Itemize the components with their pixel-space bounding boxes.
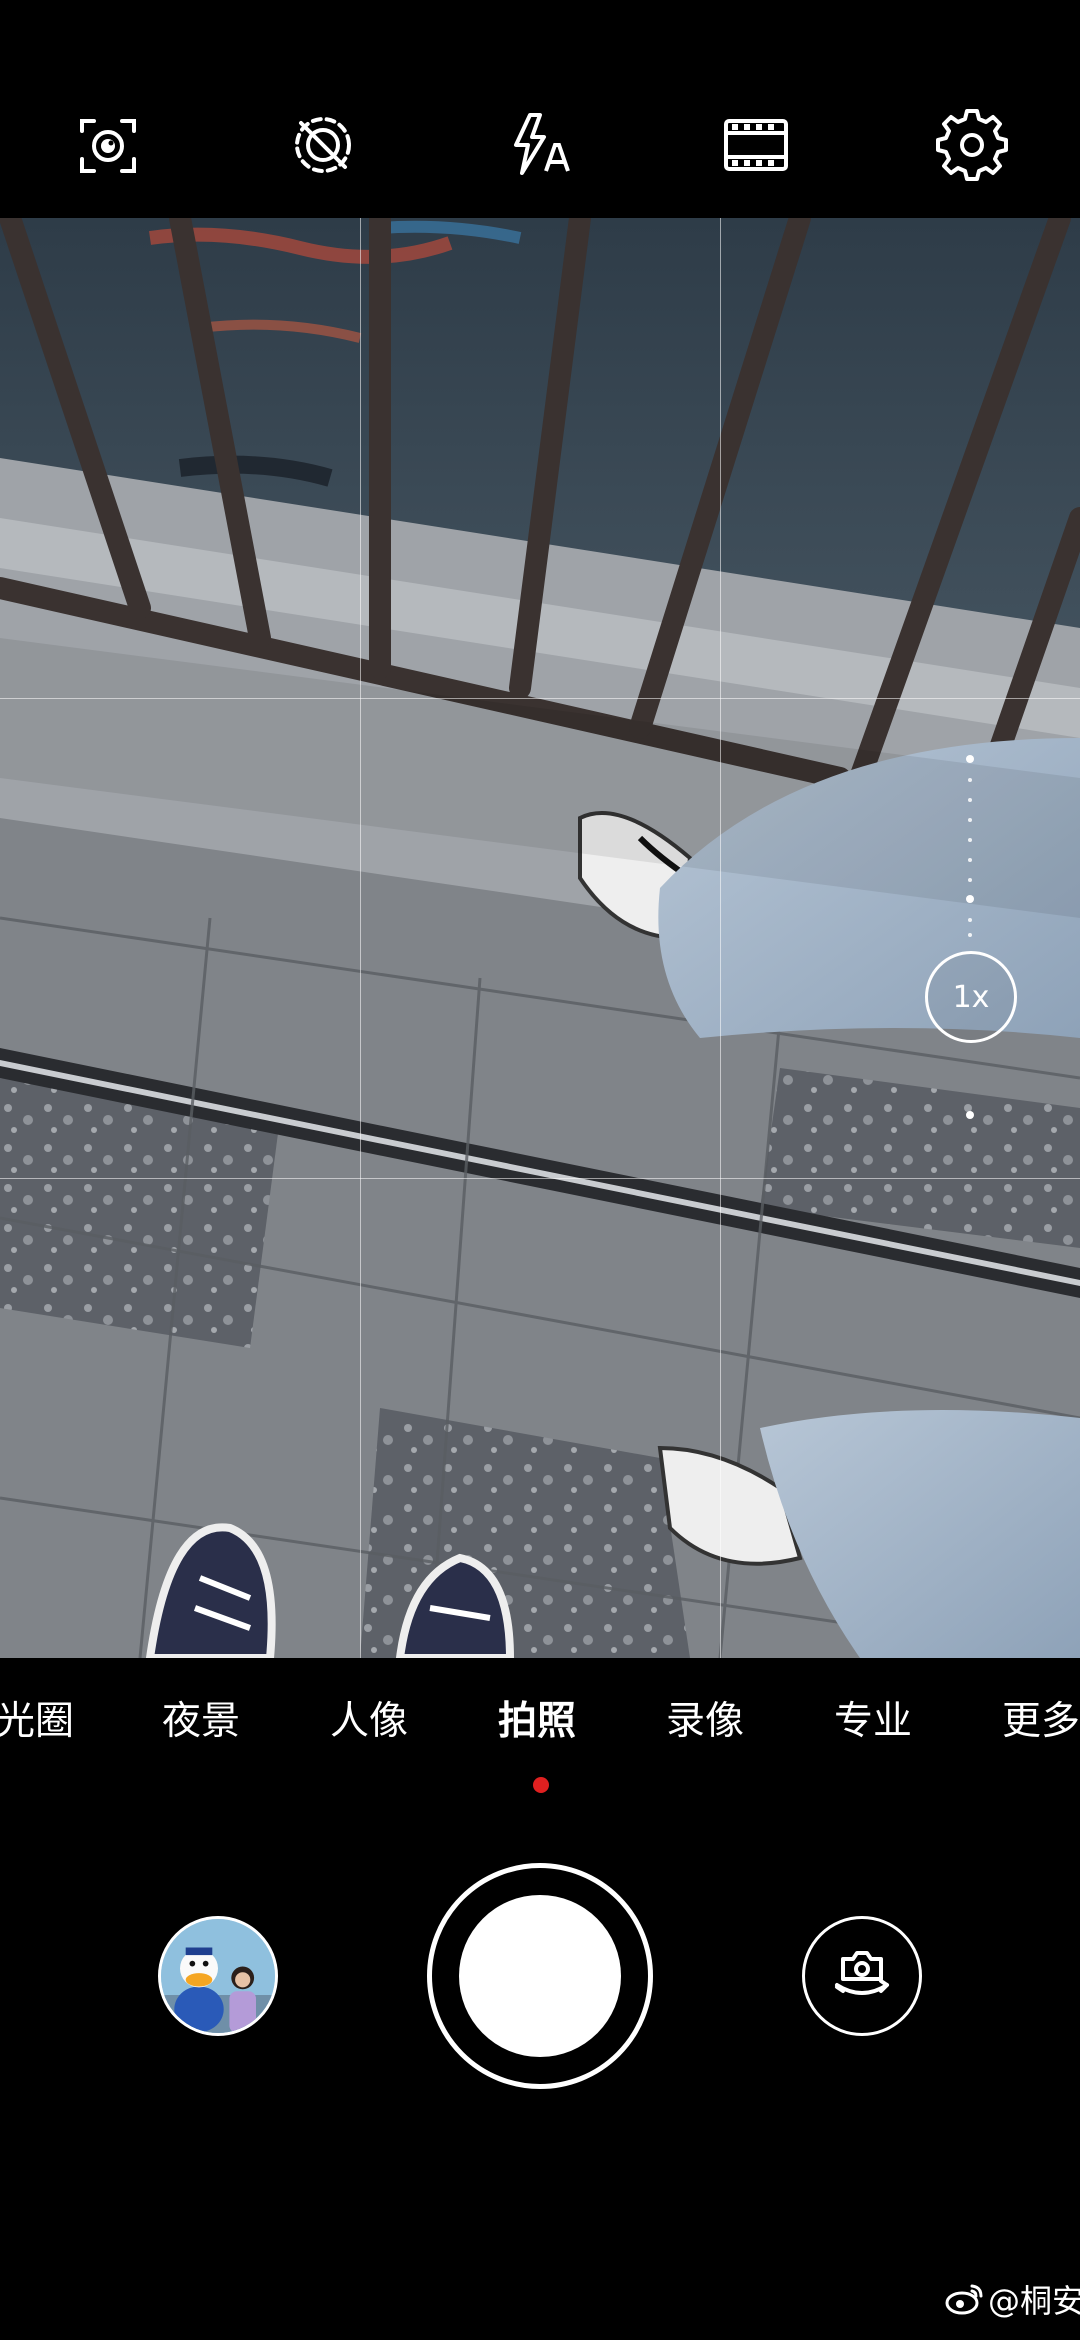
mode-video[interactable]: 录像 — [666, 1690, 744, 1746]
watermark: @桐安 — [944, 2276, 1080, 2322]
mode-pro[interactable]: 专业 — [834, 1690, 912, 1746]
zoom-level-button[interactable]: 1x — [925, 951, 1017, 1043]
top-toolbar — [0, 0, 1080, 218]
grid-line — [360, 218, 361, 1658]
switch-camera-button[interactable] — [802, 1916, 922, 2036]
shutter-button[interactable] — [459, 1895, 621, 2057]
gallery-preview-image — [161, 1919, 275, 2033]
gallery-thumbnail[interactable] — [158, 1916, 278, 2036]
aspect-ratio-button[interactable] — [711, 100, 801, 190]
camera-viewfinder[interactable]: 1x — [0, 218, 1080, 1658]
motion-photo-off-icon — [295, 117, 351, 173]
mode-photo[interactable]: 拍照 — [498, 1690, 576, 1746]
zoom-tick — [966, 895, 974, 903]
motion-photo-button[interactable] — [278, 100, 368, 190]
settings-icon — [936, 109, 1008, 181]
ai-scene-icon — [80, 119, 136, 173]
grid-line — [720, 218, 721, 1658]
ai-scene-button[interactable] — [63, 100, 153, 190]
camera-preview-image — [0, 218, 1080, 1658]
aspect-ratio-icon — [724, 119, 788, 171]
grid-line — [0, 1178, 1080, 1179]
mode-more[interactable]: 更多 — [1002, 1690, 1080, 1746]
mode-aperture[interactable]: 光圈 — [0, 1690, 74, 1746]
active-mode-indicator — [533, 1777, 549, 1793]
watermark-text: @桐安 — [988, 2282, 1080, 2320]
switch-camera-icon — [835, 1951, 889, 1995]
weibo-logo-icon — [945, 2284, 983, 2315]
flash-auto-icon — [514, 113, 570, 175]
zoom-level-label: 1x — [952, 979, 990, 1015]
mode-portrait[interactable]: 人像 — [330, 1690, 408, 1746]
camera-mode-selector: 光圈 夜景 人像 拍照 录像 专业 更多 — [0, 1690, 1080, 1780]
zoom-tick — [966, 755, 974, 763]
zoom-tick — [966, 1111, 974, 1119]
zoom-slider[interactable] — [966, 755, 974, 1338]
grid-line — [0, 698, 1080, 699]
flash-button[interactable] — [495, 100, 585, 190]
mode-night[interactable]: 夜景 — [162, 1690, 240, 1746]
settings-button[interactable] — [927, 100, 1017, 190]
